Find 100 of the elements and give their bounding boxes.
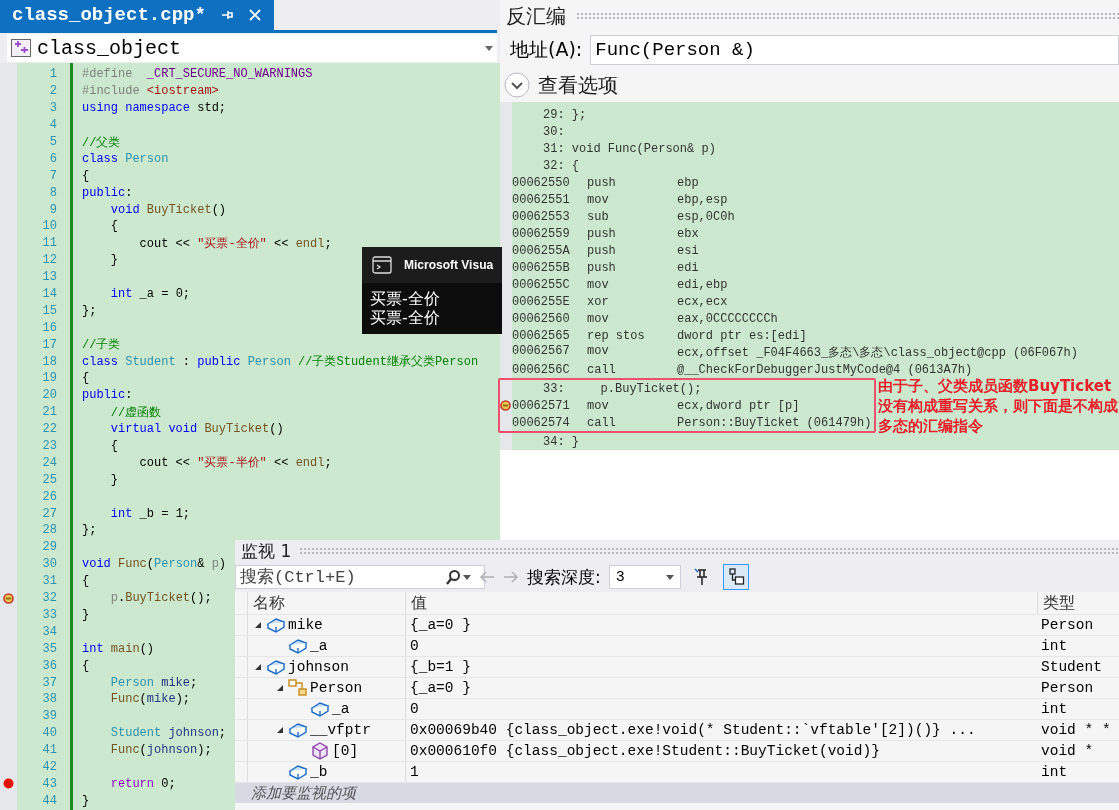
- watch-value: 0x000610f0 {class_object.exe!Student::BuyTicket(void)}: [405, 741, 1037, 761]
- console-title: Microsoft Visua: [404, 258, 494, 272]
- code-line: void BuyTicket(): [109, 202, 227, 217]
- code-line: //子类: [82, 337, 121, 354]
- cube-icon: [310, 742, 330, 760]
- pin-icon[interactable]: [219, 8, 234, 22]
- line-number: 2: [48, 84, 57, 99]
- hex-toggle-button[interactable]: [722, 564, 749, 590]
- instruction-mnemonic: call: [587, 415, 617, 430]
- watch-row[interactable]: johnson {_b=1 } Student: [235, 657, 1119, 678]
- watch-row[interactable]: _a 0 int: [235, 699, 1119, 720]
- source-line: 33: p.BuyTicket();: [542, 381, 702, 396]
- instruction-address: 00062560: [512, 311, 571, 326]
- code-line: #include <iostream>: [82, 84, 219, 99]
- caret-icon[interactable]: [665, 574, 674, 580]
- depth-dropdown[interactable]: 3: [608, 565, 681, 589]
- instruction-mnemonic: mov: [587, 277, 610, 292]
- source-line: 31: void Func(Person& p): [542, 141, 716, 156]
- code-line: using namespace std;: [82, 101, 227, 116]
- instruction-address: 0006255B: [512, 260, 571, 275]
- add-watch-hint[interactable]: 添加要监视的项: [247, 783, 405, 803]
- column-header[interactable]: 名称: [247, 592, 405, 614]
- instruction-mnemonic: push: [587, 226, 617, 241]
- code-line: class Student : public Person //子类Student继承父类Person: [82, 354, 479, 371]
- code-line: Student johnson;: [109, 726, 227, 741]
- watch-row[interactable]: __vfptr 0x00069b40 {class_object.exe!void(* Student::`vftable'[2])()} ... void * *: [235, 720, 1119, 741]
- column-header[interactable]: 类型: [1037, 592, 1119, 614]
- instruction-mnemonic: mov: [587, 192, 610, 207]
- line-number: 13: [41, 270, 57, 285]
- line-number: 6: [48, 151, 57, 166]
- line-number: 7: [48, 168, 57, 183]
- panel-title: 反汇编: [506, 2, 566, 30]
- close-icon[interactable]: [247, 8, 262, 22]
- instruction-operands: ecx,offset _F04F4663_多态\多态\class_object@cpp (06F067h): [677, 345, 1078, 361]
- watch-type: void * *: [1040, 722, 1112, 738]
- cube-icon: [310, 701, 330, 717]
- instruction-operands: ebp,esp: [677, 192, 728, 207]
- instruction-operands: ebp: [677, 175, 699, 190]
- instruction-address: 00062559: [512, 226, 571, 241]
- watch-name: johnson: [288, 659, 349, 675]
- code-line: }: [82, 607, 90, 622]
- watch-value: {_b=1 }: [405, 657, 1037, 677]
- line-number: 26: [41, 489, 57, 504]
- watch-row[interactable]: [0] 0x000610f0 {class_object.exe!Student::BuyTicket(void)} void *: [235, 741, 1119, 762]
- line-number: 18: [41, 354, 57, 369]
- code-line: };: [82, 303, 97, 318]
- code-line: }: [82, 793, 90, 808]
- grip-handle[interactable]: [299, 547, 1119, 555]
- instruction-mnemonic: mov: [587, 344, 610, 360]
- watch-row[interactable]: mike {_a=0 } Person: [235, 615, 1119, 636]
- line-number: 5: [48, 135, 57, 150]
- panel-title: 监视 1: [241, 539, 292, 563]
- file-tab[interactable]: class_object.cpp*: [0, 0, 274, 30]
- instruction-address: 00062567: [512, 344, 571, 360]
- column-header[interactable]: 值: [405, 592, 1037, 614]
- code-line: p.BuyTicket();: [109, 591, 212, 606]
- line-number: 1: [48, 67, 57, 82]
- code-line: {: [82, 658, 90, 673]
- watch-row[interactable]: _a 0 int: [235, 636, 1119, 657]
- line-number: 3: [48, 101, 57, 116]
- code-line: {: [82, 574, 90, 589]
- hex-icon: [726, 568, 745, 586]
- address-field[interactable]: Func(Person &): [590, 35, 1119, 65]
- depth-label: 搜索深度:: [527, 565, 601, 589]
- grip-handle[interactable]: [576, 12, 1119, 20]
- scope-dropdown[interactable]: class_object: [7, 34, 497, 62]
- view-options-toggle[interactable]: 查看选项: [500, 68, 1119, 102]
- code-line: #define _CRT_SECURE_NO_WARNINGS: [82, 67, 313, 82]
- instruction-address: 00062574: [512, 415, 571, 430]
- instruction-mnemonic: mov: [587, 311, 610, 326]
- watch-value: {_a=0 }: [405, 615, 1037, 635]
- caret-icon[interactable]: [485, 45, 493, 51]
- instruction-mnemonic: sub: [587, 209, 610, 224]
- add-watch-row[interactable]: 添加要监视的项: [235, 783, 1119, 803]
- line-number: 23: [41, 439, 57, 454]
- console-icon: [372, 256, 392, 274]
- source-line: 32: {: [542, 158, 579, 173]
- instruction-mnemonic: xor: [587, 294, 610, 309]
- line-number: 36: [41, 658, 57, 673]
- instruction-operands: Person::BuyTicket (061479h): [677, 415, 872, 430]
- line-number: 39: [41, 709, 57, 724]
- line-number: 43: [41, 776, 57, 791]
- code-line: int _a = 0;: [109, 287, 191, 301]
- watch-row[interactable]: Person {_a=0 } Person: [235, 678, 1119, 699]
- class-icon: [11, 39, 31, 57]
- line-number: 17: [41, 337, 57, 352]
- instruction-address: 00062551: [512, 192, 571, 207]
- watch-type: int: [1040, 638, 1069, 654]
- instruction-mnemonic: call: [587, 362, 617, 377]
- instruction-address: 0006255A: [512, 243, 571, 258]
- code-line: Func(johnson);: [109, 743, 212, 758]
- breakpoint-icon[interactable]: [3, 778, 14, 790]
- line-number: 40: [41, 726, 57, 741]
- instruction-operands: edi,ebp: [677, 277, 728, 292]
- watch-name: _a: [310, 638, 328, 654]
- code-line: return 0;: [109, 776, 176, 791]
- pin-icon: [693, 568, 710, 586]
- line-number: 34: [41, 624, 57, 639]
- instruction-operands: esi: [677, 243, 699, 258]
- search-field[interactable]: 搜索(Ctrl+E): [235, 565, 485, 589]
